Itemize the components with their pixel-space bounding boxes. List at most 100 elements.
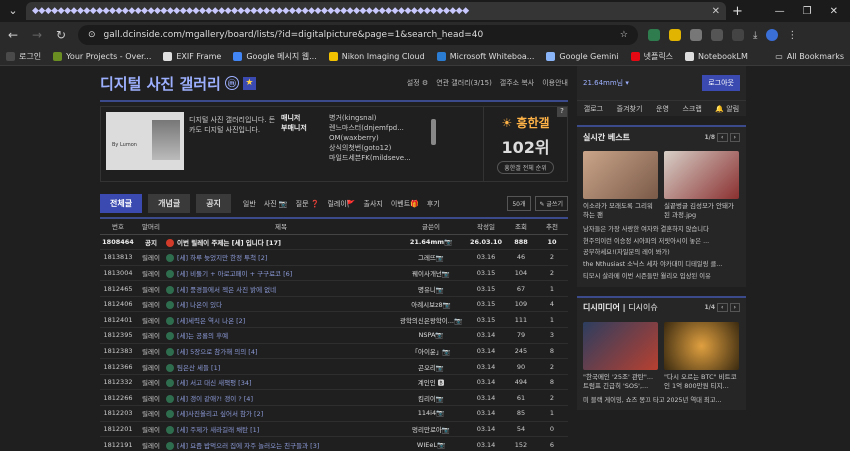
- guide-link[interactable]: 이용안내: [542, 78, 568, 88]
- extension-icon[interactable]: [690, 29, 702, 41]
- table-row[interactable]: 1812383 릴레이 [세] 5장으로 참가해 의의 [4] 「아이윤」📷 03.14…: [100, 343, 568, 359]
- favorite-star-icon[interactable]: ★: [242, 76, 256, 90]
- post-writer[interactable]: 114i4📷: [396, 406, 466, 422]
- account-name[interactable]: 21.64mm님 ▾: [583, 78, 629, 88]
- bookmark-item[interactable]: 넷플릭스: [630, 51, 673, 62]
- download-icon[interactable]: ⤓: [753, 30, 757, 41]
- tab-dc-issue[interactable]: 디시이슈: [628, 303, 657, 312]
- bookmark-item[interactable]: Your Projects - Over...: [53, 52, 151, 61]
- head-filter[interactable]: 질문 ❓: [296, 199, 320, 209]
- table-row[interactable]: 1812395 릴레이 [세]는 공룡의 후예 NSPA📷 03.14 79 3: [100, 328, 568, 344]
- post-title[interactable]: [세] 비둘기 + 아로고페이 + 구구료코 [6]: [166, 265, 396, 281]
- quick-menu-item[interactable]: 갤로그: [584, 104, 603, 114]
- sub-manager-name[interactable]: 렌느마스터(dnjemfpd...: [329, 123, 404, 133]
- logout-button[interactable]: 로그아웃: [702, 75, 740, 91]
- best-card[interactable]: 실끝벙글 김성모가 안돼가 된 과정.jpg: [664, 151, 739, 220]
- bookmark-item[interactable]: NotebookLM: [685, 52, 748, 61]
- close-tab-icon[interactable]: ✕: [712, 6, 720, 17]
- browser-tab[interactable]: ◆◆◆◆◆◆◆◆◆◆◆◆◆◆◆◆◆◆◆◆◆◆◆◆◆◆◆◆◆◆◆◆◆◆◆◆◆◆◆◆…: [26, 2, 726, 20]
- sub-manager-name[interactable]: 상식의첫번(goto12): [329, 143, 391, 153]
- help-icon[interactable]: ?: [557, 107, 567, 117]
- table-row[interactable]: 1812332 릴레이 [세] 서고 대신 새책펑 [34] 계인인 🅱 03.14 49…: [100, 374, 568, 390]
- quick-menu-item[interactable]: 🔔 알림: [715, 104, 739, 114]
- bookmark-item[interactable]: Microsoft Whiteboa...: [436, 52, 534, 61]
- best-list-item[interactable]: 티모시 살라메 이번 시즌들만 월리오 입상된 이유: [583, 271, 740, 283]
- prev-icon[interactable]: ‹: [717, 132, 728, 142]
- post-title[interactable]: [세] 서고 대신 새책펑 [34]: [166, 374, 396, 390]
- table-row[interactable]: 1812191 릴레이 [세] 요즘 밥먹으러 집에 자주 놀러오는 친구들과 [3…: [100, 437, 568, 451]
- post-writer[interactable]: 계인인 🅱: [396, 374, 466, 390]
- bookmark-item[interactable]: Google Gemini: [546, 52, 619, 61]
- write-button[interactable]: ✎ 글쓰기: [534, 196, 568, 211]
- table-row[interactable]: 1812465 릴레이 [세] 풍경들에서 젝은 사진 밝에 없네 명유니📷 03.15…: [100, 281, 568, 297]
- prev-icon[interactable]: ‹: [717, 303, 728, 313]
- table-row[interactable]: 1812201 릴레이 [세] 주제가 새라길래 채탄 [1] 멍리만로아📷 03.14…: [100, 421, 568, 437]
- table-row[interactable]: 1812266 릴레이 [세] 갱이 같애?! 갱이 ? [4] 킴리이📷 03.14 6…: [100, 390, 568, 406]
- bookmark-item[interactable]: EXIF Frame: [163, 52, 221, 61]
- bookmark-star-icon[interactable]: ☆: [620, 30, 628, 40]
- extension-icon[interactable]: [669, 29, 681, 41]
- tab-all-posts[interactable]: 전체글: [100, 194, 143, 213]
- best-list-item[interactable]: 남자들은 가장 사랑한 여자와 결혼하지 않습니다: [583, 224, 740, 236]
- profile-avatar[interactable]: [766, 29, 779, 41]
- manager-name[interactable]: 병거(kingsnal): [329, 113, 377, 123]
- table-row[interactable]: 1808464 공지 이번 릴레이 주제는 [세] 입니다 [17] 21.64mm📷…: [100, 234, 568, 250]
- all-bookmarks[interactable]: ▭ All Bookmarks: [775, 52, 844, 61]
- head-filter[interactable]: 릴레이🚩: [327, 199, 355, 209]
- copy-address-link[interactable]: 갤주소 복사: [500, 78, 534, 88]
- menu-icon[interactable]: ⋮: [787, 30, 797, 41]
- media-card[interactable]: "다시 오르는 BTC" 비트코인 1억 800만원 티지...: [664, 321, 739, 391]
- head-filter[interactable]: 출사지: [364, 199, 383, 209]
- post-writer[interactable]: 아례시보z8📷: [396, 296, 466, 312]
- post-title[interactable]: [세] 주제가 새라길래 채탄 [1]: [166, 421, 396, 437]
- new-tab-button[interactable]: +: [732, 4, 743, 19]
- settings-link[interactable]: 설정 ⚙: [407, 78, 428, 88]
- table-row[interactable]: 1812366 릴레이 팀은산 세들 [1] 곤오리📷 03.14 90 2: [100, 359, 568, 375]
- tab-recommended[interactable]: 개념글: [148, 194, 191, 213]
- post-writer[interactable]: WIEeL📷: [396, 437, 466, 451]
- post-title[interactable]: [세] 나온이 있다: [166, 296, 396, 312]
- tab-dc-media[interactable]: 디시미디어: [583, 303, 620, 312]
- quick-menu-item[interactable]: 운영: [656, 104, 669, 114]
- post-writer[interactable]: NSPA📷: [396, 328, 466, 344]
- back-icon[interactable]: ←: [6, 28, 20, 42]
- post-title[interactable]: [세]는 공룡의 후예: [166, 328, 396, 344]
- media-list-item[interactable]: 미 블랙 게이밍, 쇼즈 몽끄 타고 2025년 역대 최고...: [583, 395, 740, 407]
- bookmark-item[interactable]: Google 메시지 웹...: [233, 51, 317, 62]
- post-title[interactable]: 팀은산 세들 [1]: [166, 359, 396, 375]
- head-filter[interactable]: 일반: [243, 199, 256, 209]
- post-writer[interactable]: 그레뜨📷: [396, 250, 466, 266]
- extension-icon[interactable]: [711, 29, 723, 41]
- table-row[interactable]: 1812401 릴레이 [세]세력은 역시 나온 [2] 광학의신은왕학이...📷 03…: [100, 312, 568, 328]
- table-row[interactable]: 1812203 릴레이 [세]사진올리고 싶어서 참가 [2] 114i4📷 03.14…: [100, 406, 568, 422]
- manager-scrollbar[interactable]: [431, 119, 436, 145]
- best-list-item[interactable]: 현주의이런 이승정 시아파의 저릿아시이 놓은 ...: [583, 236, 740, 248]
- maximize-icon[interactable]: ❐: [803, 6, 812, 17]
- sub-manager-name[interactable]: OM(waxberry): [329, 133, 379, 143]
- extension-icon[interactable]: [732, 29, 744, 41]
- head-filter[interactable]: 이벤트🎁: [391, 199, 419, 209]
- related-gallery-link[interactable]: 연관 갤러리(3/15): [436, 78, 492, 88]
- site-info-icon[interactable]: ⊙: [88, 30, 96, 40]
- post-title[interactable]: [세]사진올리고 싶어서 참가 [2]: [166, 406, 396, 422]
- post-writer[interactable]: 곤오리📷: [396, 359, 466, 375]
- bookmark-item[interactable]: Nikon Imaging Cloud: [328, 52, 425, 61]
- head-filter[interactable]: 사진 📷: [264, 199, 288, 209]
- bookmark-item[interactable]: 로그인: [6, 51, 41, 62]
- post-title[interactable]: [세] 5장으로 참가해 의의 [4]: [166, 343, 396, 359]
- post-title[interactable]: [세] 하루 늦었지만 한정 투척 [2]: [166, 250, 396, 266]
- rank-all-button[interactable]: 흥한갤 전체 순위: [497, 161, 554, 174]
- forward-icon[interactable]: →: [30, 28, 44, 42]
- post-writer[interactable]: 광학의신은왕학이...📷: [396, 312, 466, 328]
- post-writer[interactable]: 꿰이사개넌📷: [396, 265, 466, 281]
- sub-manager-name[interactable]: 마일드세븐FK(mildseve...: [329, 153, 411, 163]
- table-row[interactable]: 1813004 릴레이 [세] 비둘기 + 아로고페이 + 구구료코 [6] 꿰이사개…: [100, 265, 568, 281]
- post-writer[interactable]: 「아이윤」📷: [396, 343, 466, 359]
- table-row[interactable]: 1813813 릴레이 [세] 하루 늦었지만 한정 투척 [2] 그레뜨📷 03.16…: [100, 250, 568, 266]
- next-icon[interactable]: ›: [729, 132, 740, 142]
- next-icon[interactable]: ›: [729, 303, 740, 313]
- post-title[interactable]: [세] 갱이 같애?! 갱이 ? [4]: [166, 390, 396, 406]
- post-title[interactable]: [세] 풍경들에서 젝은 사진 밝에 없네: [166, 281, 396, 297]
- quick-menu-item[interactable]: 즐겨찾기: [617, 104, 643, 114]
- post-writer[interactable]: 명유니📷: [396, 281, 466, 297]
